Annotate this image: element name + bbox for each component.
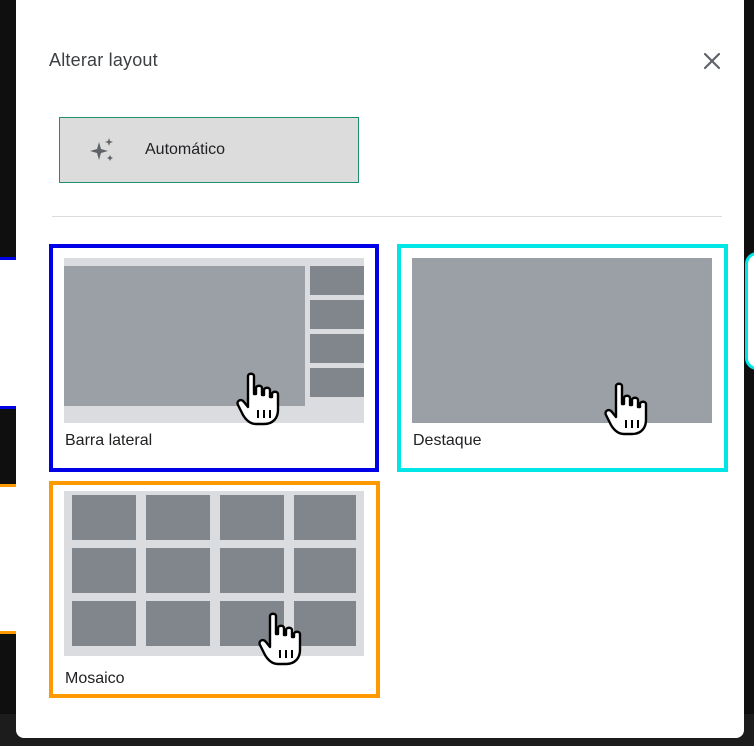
change-layout-dialog: Alterar layout Automático Barra lateral	[16, 0, 744, 738]
sidebar-block	[310, 368, 364, 397]
grid-tile	[294, 601, 356, 646]
grid-tile	[220, 601, 284, 646]
grid-tile	[72, 548, 136, 593]
layout-option-spotlight[interactable]: Destaque	[400, 246, 726, 470]
sidebar-preview	[64, 258, 364, 423]
automatic-layout-label: Automático	[145, 141, 226, 158]
layout-label-spotlight: Destaque	[413, 432, 482, 449]
spotlight-block	[412, 258, 712, 423]
layout-option-tiled[interactable]: Mosaico	[52, 483, 378, 695]
close-button[interactable]	[696, 45, 728, 77]
grid-tile	[294, 548, 356, 593]
grid-tile	[146, 495, 210, 540]
offscreen-outline-cyan	[745, 252, 754, 370]
grid-tile	[294, 495, 356, 540]
grid-tile	[72, 601, 136, 646]
divider	[52, 216, 722, 217]
grid-tile	[220, 548, 284, 593]
grid-tile	[146, 601, 210, 646]
grid-tile	[146, 548, 210, 593]
spotlight-preview	[412, 258, 712, 423]
main-stage-block	[64, 266, 305, 406]
tiled-preview	[64, 491, 364, 656]
sidebar-block	[310, 300, 364, 329]
grid-tile	[72, 495, 136, 540]
close-icon	[703, 52, 721, 70]
layout-label-sidebar: Barra lateral	[65, 432, 153, 449]
backdrop-edge-right	[744, 0, 754, 746]
sidebar-block	[310, 334, 364, 363]
layout-label-tiled: Mosaico	[65, 670, 125, 687]
layout-option-sidebar[interactable]: Barra lateral	[52, 246, 378, 470]
sidebar-block	[310, 266, 364, 295]
dialog-title: Alterar layout	[49, 50, 158, 70]
grid-tile	[220, 495, 284, 540]
sparkle-icon	[87, 134, 119, 166]
automatic-layout-button[interactable]: Automático	[59, 117, 359, 183]
